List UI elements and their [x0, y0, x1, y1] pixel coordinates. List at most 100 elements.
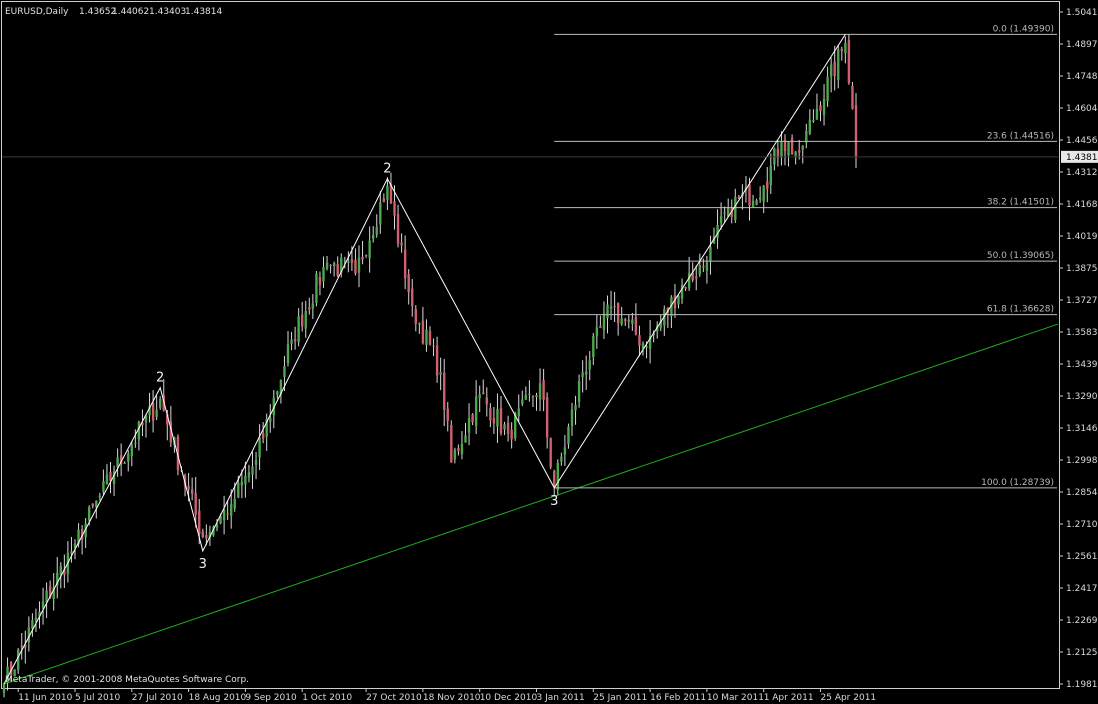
bull-candle [286, 344, 290, 364]
price-axis-label: 1.24175 [1066, 584, 1098, 594]
price-axis-label: 1.44560 [1066, 136, 1098, 146]
bear-candle [624, 319, 627, 321]
bull-candle [134, 442, 137, 444]
bull-candle [602, 313, 606, 330]
bear-candle [194, 492, 197, 515]
bear-candle [695, 276, 698, 279]
price-axis-label: 1.29980 [1066, 456, 1098, 466]
bull-candle [105, 474, 109, 485]
time-axis-label: 1 Apr 2011 [764, 693, 814, 703]
bull-candle [464, 435, 467, 443]
price-axis-label: 1.47485 [1066, 72, 1098, 82]
bear-candle [549, 437, 552, 468]
bear-candle [443, 372, 446, 410]
bear-candle [198, 510, 201, 535]
bull-candle [329, 264, 332, 266]
time-axis-label: 5 Jul 2010 [75, 693, 120, 703]
wave-label: 2 [156, 371, 164, 386]
bull-candle [237, 482, 240, 498]
bull-candle [719, 216, 723, 224]
bull-candle [517, 408, 520, 417]
price-chart[interactable]: 0.0 (1.49390) 23.6 (1.44516) 38.2 (1.41501… [0, 0, 1098, 704]
bear-candle [414, 309, 417, 324]
bear-candle [187, 486, 190, 490]
bear-candle [471, 414, 474, 423]
bull-candle [247, 472, 251, 478]
bull-candle [315, 273, 318, 303]
bull-candle [556, 462, 559, 490]
bear-candle [411, 288, 414, 307]
bull-candle [577, 381, 581, 402]
bear-candle [190, 489, 194, 494]
bull-candle [723, 212, 726, 214]
chart-header-high: 1.44062 [112, 7, 149, 17]
bull-candle [627, 319, 630, 323]
bear-candle [421, 320, 425, 344]
bull-candle [762, 185, 765, 202]
fib-level-label: 23.6 (1.44516) [987, 131, 1054, 141]
bull-candle [801, 145, 804, 150]
bull-candle [215, 524, 219, 528]
bull-candle [829, 64, 833, 77]
bull-candle [787, 141, 790, 156]
bull-candle [581, 372, 584, 378]
bear-candle [833, 61, 836, 77]
bull-candle [258, 437, 261, 458]
bull-candle [357, 257, 361, 273]
bear-candle [851, 85, 854, 109]
bear-candle [382, 198, 386, 202]
price-axis-label: 1.38755 [1066, 264, 1098, 274]
bull-candle [734, 196, 737, 220]
bull-candle [325, 262, 329, 269]
bull-candle [386, 185, 389, 200]
bear-candle [151, 403, 155, 421]
bull-candle [588, 360, 591, 370]
price-axis-label: 1.21250 [1066, 648, 1098, 658]
bear-candle [847, 39, 851, 83]
bull-candle [474, 396, 478, 427]
bear-candle [489, 407, 492, 421]
bull-candle [283, 366, 286, 378]
bull-candle [570, 409, 574, 427]
bull-candle [826, 76, 829, 102]
chart-header-low: 1.43403 [149, 7, 186, 17]
time-axis-label: 16 Feb 2011 [650, 693, 706, 703]
bear-candle [840, 48, 843, 51]
bull-candle [677, 295, 680, 305]
time-axis-label: 18 Aug 2010 [189, 693, 247, 703]
bear-candle [553, 470, 556, 487]
bull-candle [609, 306, 613, 309]
price-axis-label: 1.48970 [1066, 40, 1098, 50]
time-axis-label: 25 Jan 2011 [593, 693, 647, 703]
bull-candle [687, 272, 691, 289]
bear-candle [492, 418, 496, 424]
price-axis-label: 1.35830 [1066, 328, 1098, 338]
wave-label: 3 [550, 494, 558, 509]
bull-candle [31, 620, 34, 629]
bear-candle [499, 407, 503, 433]
bear-candle [457, 448, 460, 452]
wave-label: 3 [199, 557, 207, 572]
bull-candle [347, 261, 350, 263]
bear-candle [854, 105, 858, 158]
bull-candle [70, 551, 73, 554]
bull-candle [805, 131, 808, 143]
bear-candle [432, 345, 435, 347]
bull-candle [709, 246, 712, 262]
bear-candle [790, 137, 794, 155]
bull-candle [379, 202, 382, 225]
chart-header-close: 1.43814 [185, 7, 222, 17]
bull-candle [244, 475, 247, 485]
bear-candle [482, 392, 485, 395]
bull-candle [769, 165, 772, 185]
bull-candle [102, 481, 105, 492]
bull-candle [95, 500, 98, 508]
current-price-label: 1.43814 [1066, 153, 1098, 163]
price-axis-label: 1.22690 [1066, 616, 1098, 626]
wave-label: 2 [383, 162, 391, 177]
bull-candle [574, 404, 577, 411]
bull-candle [521, 399, 524, 404]
bull-candle [343, 260, 346, 262]
bear-candle [428, 331, 432, 345]
bull-candle [606, 304, 609, 319]
